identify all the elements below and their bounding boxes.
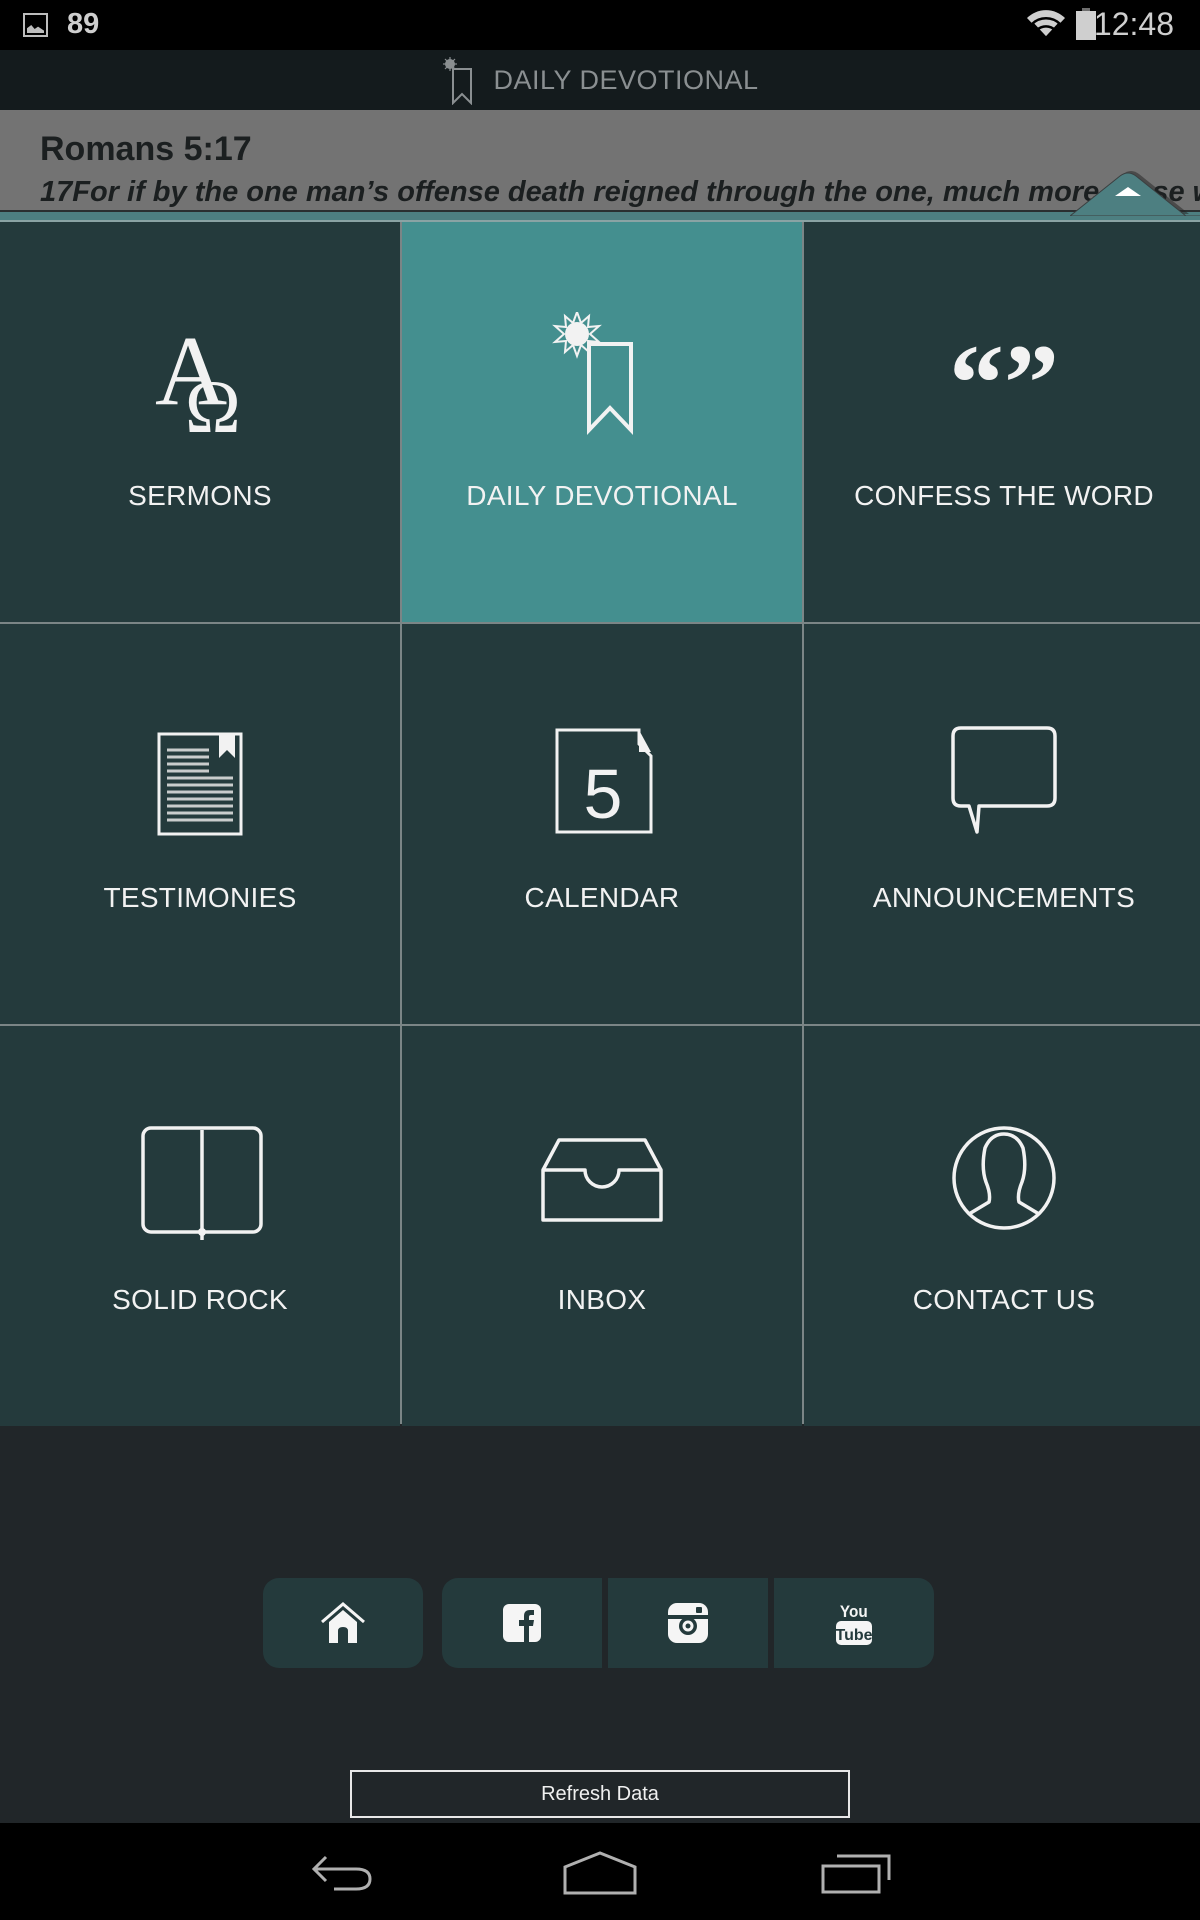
tile-daily-devotional[interactable]: DAILY DEVOTIONAL: [402, 222, 802, 622]
calendar-page-icon: 5: [537, 714, 667, 844]
tile-label: CONFESS THE WORD: [854, 480, 1154, 511]
home-icon: [321, 1602, 365, 1643]
instagram-button[interactable]: [608, 1578, 768, 1668]
image-notification-icon: [23, 13, 48, 37]
home-button[interactable]: [263, 1578, 423, 1668]
alpha-omega-icon: A Ω: [135, 312, 265, 442]
wifi-icon: [1027, 10, 1065, 39]
tile-label: SERMONS: [128, 480, 272, 511]
inbox-tray-icon: [537, 1116, 667, 1246]
tile-label: INBOX: [557, 1284, 647, 1315]
recents-button[interactable]: [807, 1843, 907, 1903]
tile-testimonies[interactable]: TESTIMONIES: [0, 624, 400, 1024]
home-outline-icon: [563, 1851, 637, 1895]
tile-sermons[interactable]: A Ω SERMONS: [0, 222, 400, 622]
svg-text:You: You: [840, 1602, 868, 1621]
tile-inbox[interactable]: INBOX: [402, 1026, 802, 1426]
verse-text: 17For if by the one man’s offense death …: [40, 176, 1200, 208]
facebook-icon: [503, 1604, 541, 1642]
tile-label: CONTACT US: [912, 1284, 1096, 1315]
refresh-data-button[interactable]: Refresh Data: [350, 1770, 850, 1818]
status-bar: 89 12:48: [0, 0, 1200, 50]
tile-solid-rock[interactable]: SOLID ROCK: [0, 1026, 400, 1426]
tile-label: TESTIMONIES: [103, 882, 297, 913]
tile-contact-us[interactable]: CONTACT US: [804, 1026, 1200, 1426]
youtube-icon: You Tube: [835, 1602, 873, 1645]
tile-label: SOLID ROCK: [112, 1284, 288, 1315]
recents-icon: [821, 1854, 891, 1894]
page-title: DAILY DEVOTIONAL: [493, 64, 759, 95]
tile-announcements[interactable]: ANNOUNCEMENTS: [804, 624, 1200, 1024]
tile-label: ANNOUNCEMENTS: [872, 882, 1136, 913]
document-bookmark-icon: [135, 714, 265, 844]
facebook-button[interactable]: [442, 1578, 602, 1668]
tile-label: DAILY DEVOTIONAL: [466, 480, 738, 511]
bookmark-sun-icon: [443, 57, 473, 105]
back-icon: [311, 1855, 372, 1891]
person-circle-icon: [939, 1116, 1069, 1246]
youtube-button[interactable]: You Tube: [774, 1578, 934, 1668]
instagram-icon: [668, 1603, 708, 1643]
navigation-bar: [0, 1823, 1200, 1920]
collapse-verse-button[interactable]: [1070, 170, 1200, 216]
svg-text:Tube: Tube: [835, 1627, 872, 1644]
svg-text:Ω: Ω: [185, 366, 241, 442]
tile-label: CALENDAR: [524, 882, 680, 913]
verse-reference: Romans 5:17: [40, 130, 252, 168]
verse-divider: [0, 210, 1200, 222]
tile-calendar[interactable]: 5 CALENDAR: [402, 624, 802, 1024]
social-buttons: You Tube: [263, 1578, 934, 1668]
calendar-day: 5: [584, 755, 623, 833]
speech-bubble-icon: [939, 714, 1069, 844]
open-book-icon: [135, 1116, 265, 1246]
menu-grid: A Ω SERMONS DAILY DEVOTIONAL “” CONFESS …: [0, 222, 1200, 1426]
home-nav-button[interactable]: [550, 1843, 650, 1903]
notification-count: 89: [67, 8, 100, 40]
title-bar: DAILY DEVOTIONAL: [0, 50, 1200, 110]
back-button[interactable]: [293, 1843, 393, 1903]
svg-text:“”: “”: [949, 322, 1059, 442]
verse-panel[interactable]: Romans 5:17 17For if by the one man’s of…: [0, 110, 1200, 212]
quotes-icon: “”: [939, 312, 1069, 442]
bookmark-sun-icon: [537, 312, 667, 442]
tile-confess-the-word[interactable]: “” CONFESS THE WORD: [804, 222, 1200, 622]
clock: 12:48: [1093, 6, 1174, 42]
